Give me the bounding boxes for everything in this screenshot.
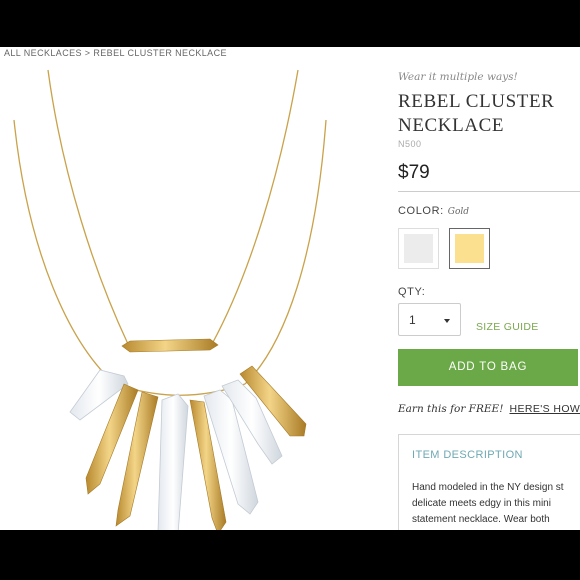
add-to-bag-button[interactable]: ADD TO BAG	[398, 349, 578, 386]
product-title: REBEL CLUSTER NECKLACE	[398, 90, 580, 138]
breadcrumb-all-necklaces[interactable]: ALL NECKLACES	[4, 48, 82, 58]
item-description-text: Hand modeled in the NY design st delicat…	[412, 480, 580, 528]
quartz-crystal	[157, 393, 189, 530]
swatch-gold[interactable]	[449, 228, 490, 269]
description-line-3: statement necklace. Wear both	[412, 514, 550, 525]
product-title-line-1: REBEL CLUSTER	[398, 91, 555, 112]
product-title-line-2: NECKLACE	[398, 115, 505, 136]
heres-how-link[interactable]: HERE'S HOW	[509, 403, 580, 415]
breadcrumb: ALL NECKLACES > REBEL CLUSTER NECKLACE	[4, 48, 227, 58]
dropdown-arrow-icon	[444, 319, 450, 323]
product-price: $79	[398, 162, 430, 183]
description-line-2: delicate meets edgy in this mini	[412, 498, 551, 509]
product-details: Wear it multiple ways! REBEL CLUSTER NEC…	[398, 47, 580, 530]
description-line-1: Hand modeled in the NY design st	[412, 482, 564, 493]
item-description-panel: ITEM DESCRIPTION Hand modeled in the NY …	[398, 434, 580, 530]
size-guide-link[interactable]: SIZE GUIDE	[476, 321, 539, 333]
divider	[398, 191, 580, 192]
earn-free-row: Earn this for FREE! HERE'S HOW	[398, 403, 580, 415]
color-row: COLOR: Gold	[398, 205, 469, 217]
swatch-silver-fill	[404, 234, 433, 263]
quantity-select[interactable]: 1	[398, 303, 461, 336]
item-description-heading[interactable]: ITEM DESCRIPTION	[412, 449, 523, 461]
product-sku: N500	[398, 139, 422, 149]
product-page: ALL NECKLACES > REBEL CLUSTER NECKLACE W…	[0, 47, 580, 530]
swatch-gold-fill	[455, 234, 484, 263]
quantity-label: QTY:	[398, 286, 426, 298]
swatch-silver[interactable]	[398, 228, 439, 269]
product-image	[13, 69, 327, 530]
breadcrumb-separator: >	[81, 48, 94, 58]
color-label: COLOR:	[398, 205, 444, 217]
quantity-value: 1	[409, 313, 416, 327]
product-tagline: Wear it multiple ways!	[398, 71, 518, 83]
breadcrumb-current: REBEL CLUSTER NECKLACE	[93, 48, 227, 58]
earn-free-text: Earn this for FREE!	[398, 403, 504, 415]
color-selected-value: Gold	[447, 207, 470, 217]
